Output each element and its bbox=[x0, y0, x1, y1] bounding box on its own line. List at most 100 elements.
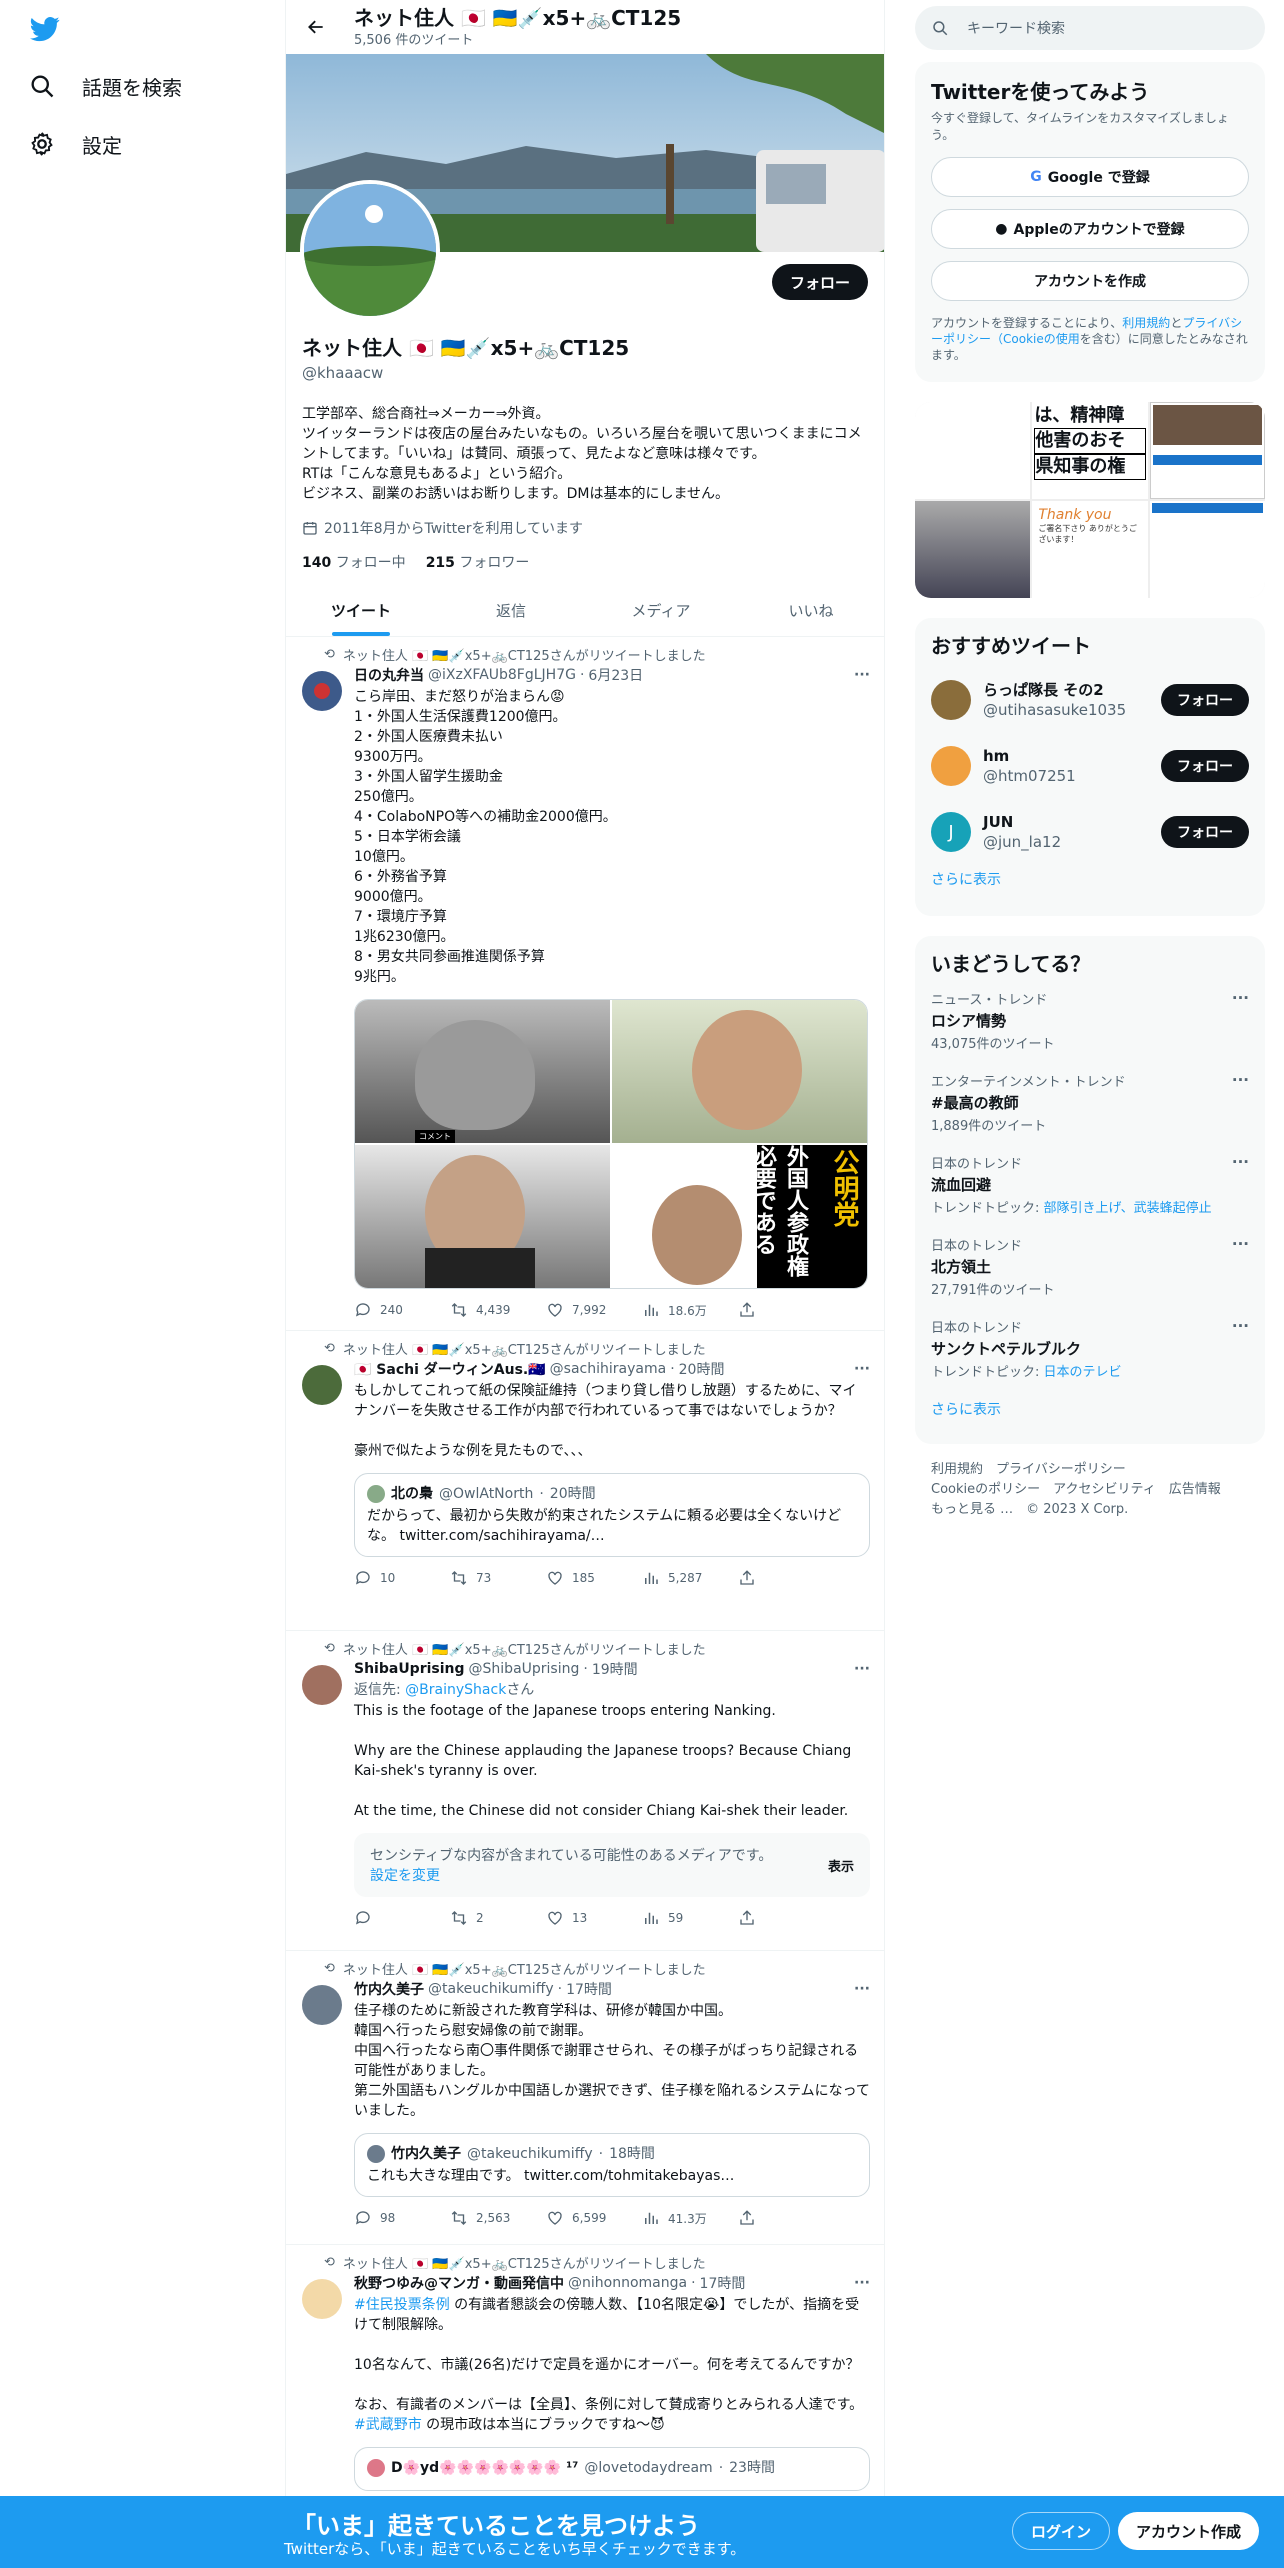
signup-button[interactable]: アカウント作成 bbox=[1118, 2512, 1260, 2550]
suggested-account[interactable]: hm @htm07251 フォロー bbox=[931, 733, 1249, 799]
trend-item[interactable]: 日本のトレンド 流血回避 トレンドトピック: 部隊引き上げ、武装蜂起停止 ··· bbox=[931, 1153, 1249, 1235]
search-input[interactable]: キーワード検索 bbox=[915, 6, 1265, 50]
reply-button[interactable]: 240 bbox=[354, 1301, 450, 1319]
tweet-author[interactable]: 日の丸弁当 bbox=[354, 665, 424, 685]
quoted-tweet[interactable]: 北の梟 @OwlAtNorth · 20時間 だからって、最初から失敗が約束されたシス… bbox=[354, 1473, 870, 1557]
avatar[interactable] bbox=[302, 1985, 342, 2025]
change-settings-link[interactable]: 設定を変更 bbox=[370, 1868, 440, 1884]
more-icon[interactable]: ··· bbox=[1232, 989, 1249, 1007]
share-button[interactable] bbox=[738, 1909, 834, 1927]
more-icon[interactable]: ··· bbox=[854, 1981, 870, 1997]
follow-button[interactable]: フォロー bbox=[1161, 750, 1249, 782]
share-button[interactable] bbox=[738, 2209, 834, 2227]
gallery-image[interactable] bbox=[915, 402, 1031, 499]
retweet-button[interactable]: 2 bbox=[450, 1909, 546, 1927]
share-button[interactable] bbox=[738, 1301, 834, 1319]
tweet-time[interactable]: 17時間 bbox=[700, 2273, 746, 2293]
avatar[interactable] bbox=[931, 680, 971, 720]
avatar[interactable] bbox=[302, 1665, 342, 1705]
tab-tweets[interactable]: ツイート bbox=[286, 585, 436, 636]
tweet-author[interactable]: 竹内久美子 bbox=[354, 1979, 424, 1999]
more-icon[interactable]: ··· bbox=[854, 2275, 870, 2291]
tweet-handle[interactable]: @takeuchikumiffy bbox=[428, 1981, 554, 1997]
quoted-tweet[interactable]: D🌸yd🌸🌸🌸🌸🌸🌸🌸 ¹⁷ @lovetodaydream · 23時間 bbox=[354, 2447, 870, 2491]
show-more-link[interactable]: さらに表示 bbox=[931, 869, 1249, 889]
follow-button[interactable]: フォロー bbox=[1161, 684, 1249, 716]
trend-item[interactable]: 日本のトレンド サンクトペテルブルク トレンドトピック: 日本のテレビ ··· bbox=[931, 1317, 1249, 1399]
avatar[interactable] bbox=[302, 1365, 342, 1405]
more-icon[interactable]: ··· bbox=[1232, 1071, 1249, 1089]
tab-replies[interactable]: 返信 bbox=[436, 585, 586, 636]
trend-item[interactable]: 日本のトレンド 北方領土 27,791件のツイート ··· bbox=[931, 1235, 1249, 1317]
more-icon[interactable]: ··· bbox=[1232, 1235, 1249, 1253]
views-button[interactable]: 18.6万 bbox=[642, 1301, 738, 1319]
more-icon[interactable]: ··· bbox=[854, 1661, 870, 1677]
footer-links[interactable]: 利用規約 プライバシーポリシー Cookieのポリシー アクセシビリティ 広告情… bbox=[931, 1460, 1251, 1520]
login-button[interactable]: ログイン bbox=[1012, 2512, 1111, 2550]
tweet[interactable]: ⟲ ネット住人 🇯🇵 🇺🇦💉x5+🚲CT125さんがリツイートしました Shiba… bbox=[286, 1631, 884, 1951]
gallery-image[interactable] bbox=[1149, 402, 1265, 499]
suggested-account[interactable]: J JUN @jun_la12 フォロー bbox=[931, 799, 1249, 865]
tweet[interactable]: ⟲ ネット住人 🇯🇵 🇺🇦💉x5+🚲CT125さんがリツイートしました 日の丸弁当… bbox=[286, 637, 884, 1331]
terms-link[interactable]: 利用規約 bbox=[1122, 316, 1170, 330]
avatar[interactable] bbox=[302, 2279, 342, 2319]
hashtag-link[interactable]: #武蔵野市 bbox=[354, 2417, 422, 2433]
create-account-button[interactable]: アカウントを作成 bbox=[931, 261, 1249, 301]
tweet-media[interactable]: コメント 公明党 外国人参政権必要である bbox=[354, 999, 868, 1289]
more-icon[interactable]: ··· bbox=[854, 1361, 870, 1377]
google-signup-button[interactable]: G Google で登録 bbox=[931, 157, 1249, 197]
tab-likes[interactable]: いいね bbox=[736, 585, 884, 636]
reply-button[interactable]: 10 bbox=[354, 1569, 450, 1587]
follow-button[interactable]: フォロー bbox=[1161, 816, 1249, 848]
follow-button[interactable]: フォロー bbox=[771, 264, 868, 300]
retweet-button[interactable]: 73 bbox=[450, 1569, 546, 1587]
cookie-link[interactable]: （Cookieの使用 bbox=[991, 332, 1080, 346]
views-button[interactable]: 5,287 bbox=[642, 1569, 738, 1587]
tweet-time[interactable]: 17時間 bbox=[566, 1979, 612, 1999]
gallery-image[interactable]: は、精神障 他害のおそ 県知事の権 bbox=[1032, 402, 1148, 499]
share-button[interactable] bbox=[738, 1569, 834, 1587]
tweet-author[interactable]: 🇯🇵 Sachi ダーウィンAus.🇦🇺 bbox=[354, 1359, 546, 1379]
retweet-button[interactable]: 2,563 bbox=[450, 2209, 546, 2227]
nav-explore[interactable]: 話題を検索 bbox=[28, 66, 182, 106]
tweet[interactable]: ⟲ ネット住人 🇯🇵 🇺🇦💉x5+🚲CT125さんがリツイートしました 竹内久美子… bbox=[286, 1951, 884, 2245]
show-more-trends-link[interactable]: さらに表示 bbox=[931, 1399, 1249, 1419]
trend-item[interactable]: エンターテインメント・トレンド #最高の教師 1,889件のツイート ··· bbox=[931, 1071, 1249, 1153]
trend-item[interactable]: ニュース・トレンド ロシア情勢 43,075件のツイート ··· bbox=[931, 989, 1249, 1071]
suggested-account[interactable]: らっぱ隊長 その2 @utihasasuke1035 フォロー bbox=[931, 667, 1249, 733]
like-button[interactable]: 6,599 bbox=[546, 2209, 642, 2227]
followers-link[interactable]: 215 フォロワー bbox=[426, 552, 530, 572]
retweet-button[interactable]: 4,439 bbox=[450, 1301, 546, 1319]
gallery-image[interactable]: Thank you ご署名下さり ありがとうございます！ bbox=[1032, 501, 1148, 598]
tweet-time[interactable]: 6月23日 bbox=[588, 665, 643, 685]
tweet-author[interactable]: ShibaUprising bbox=[354, 1661, 465, 1677]
apple-signup-button[interactable]: ● Appleのアカウントで登録 bbox=[931, 209, 1249, 249]
like-button[interactable]: 13 bbox=[546, 1909, 642, 1927]
hashtag-link[interactable]: #住民投票条例 bbox=[354, 2297, 450, 2313]
tweet-handle[interactable]: @iXzXFAUb8FgLJH7G bbox=[428, 667, 576, 683]
nav-settings[interactable]: 設定 bbox=[28, 124, 122, 164]
more-icon[interactable]: ··· bbox=[1232, 1153, 1249, 1171]
like-button[interactable]: 7,992 bbox=[546, 1301, 642, 1319]
tweet-time[interactable]: 19時間 bbox=[592, 1659, 638, 1679]
quoted-tweet[interactable]: 竹内久美子 @takeuchikumiffy · 18時間 これも大きな理由です。 t… bbox=[354, 2133, 870, 2197]
views-button[interactable]: 59 bbox=[642, 1909, 738, 1927]
more-icon[interactable]: ··· bbox=[1232, 1317, 1249, 1335]
following-link[interactable]: 140 フォロー中 bbox=[302, 552, 406, 572]
profile-avatar[interactable] bbox=[300, 180, 440, 320]
show-media-button[interactable]: 表示 bbox=[828, 1856, 854, 1875]
media-photo[interactable]: 公明党 外国人参政権必要である bbox=[612, 1145, 867, 1288]
media-gallery[interactable]: は、精神障 他害のおそ 県知事の権 Thank you ご署名下さり ありがとうござい… bbox=[915, 402, 1265, 598]
avatar[interactable]: J bbox=[931, 812, 971, 852]
views-button[interactable]: 41.3万 bbox=[642, 2209, 738, 2227]
media-photo[interactable] bbox=[612, 1000, 867, 1143]
tweet-time[interactable]: 20時間 bbox=[679, 1359, 725, 1379]
media-photo[interactable] bbox=[355, 1145, 610, 1288]
avatar[interactable] bbox=[931, 746, 971, 786]
gallery-image[interactable] bbox=[1149, 501, 1265, 598]
tweet[interactable]: ⟲ ネット住人 🇯🇵 🇺🇦💉x5+🚲CT125さんがリツイートしました 🇯🇵 Sa… bbox=[286, 1331, 884, 1631]
like-button[interactable]: 185 bbox=[546, 1569, 642, 1587]
trend-topic-link[interactable]: 部隊引き上げ、武装蜂起停止 bbox=[1044, 1201, 1212, 1216]
tweet-author[interactable]: 秋野つゆみ@マンガ・動画発信中 bbox=[354, 2273, 564, 2293]
avatar[interactable] bbox=[302, 671, 342, 711]
